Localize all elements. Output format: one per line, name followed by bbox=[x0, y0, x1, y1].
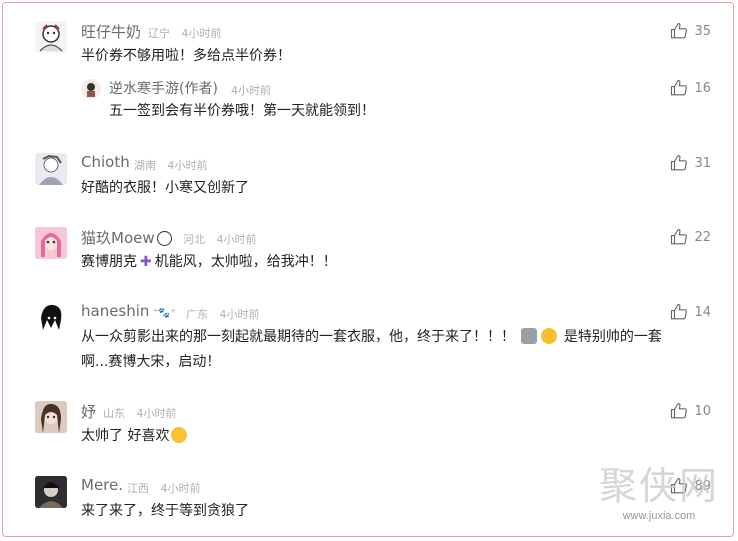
comment-panel: 旺仔牛奶 辽宁 4小时前 半价券不够用啦！多给点半价券！ 35 逆水寒手游(作者… bbox=[2, 2, 734, 537]
avatar[interactable] bbox=[35, 476, 67, 508]
comment-text-line2: 啊...赛博大宋，启动！ bbox=[81, 354, 221, 370]
thumb-up-icon bbox=[671, 228, 688, 245]
comment-text-part: 太帅了 好喜欢 bbox=[81, 428, 170, 444]
paw-icon: ⁺🐾⁺ bbox=[149, 308, 176, 319]
like-count: 35 bbox=[694, 23, 711, 39]
like-button[interactable]: 31 bbox=[670, 154, 711, 172]
comment-username[interactable]: haneshin ⁺🐾⁺ bbox=[81, 302, 176, 320]
comment-text-part: 是特别帅的一套 bbox=[563, 329, 662, 345]
comment-text: 半价券不够用啦！多给点半价券！ bbox=[81, 48, 291, 64]
comment-username-text: haneshin bbox=[81, 302, 150, 320]
watermark-logo-text: 聚侠网 bbox=[598, 464, 719, 508]
star-emoji-icon bbox=[541, 328, 558, 344]
like-count: 31 bbox=[694, 155, 711, 171]
comment-location: 江西 bbox=[127, 482, 149, 495]
like-button[interactable]: 22 bbox=[670, 228, 711, 246]
avatar[interactable] bbox=[35, 401, 67, 433]
comment-username[interactable]: 旺仔牛奶 bbox=[81, 21, 141, 42]
comment-time: 4小时前 bbox=[167, 159, 208, 172]
comment-time: 4小时前 bbox=[219, 308, 260, 321]
thumb-up-icon bbox=[671, 303, 688, 320]
comment-username[interactable]: 妤 bbox=[81, 401, 96, 422]
comment-text: 来了来了，终于等到贪狼了 bbox=[81, 503, 249, 519]
comment-time: 4小时前 bbox=[160, 482, 201, 495]
like-count: 10 bbox=[694, 403, 711, 419]
like-count: 22 bbox=[694, 229, 711, 245]
comment-time: 4小时前 bbox=[136, 407, 177, 420]
avatar[interactable] bbox=[81, 79, 101, 99]
comment-text: 从一众剪影出来的那一刻起就最期待的一套衣服，他，终于来了！！！ 是特别帅的一套 bbox=[81, 325, 662, 350]
thumb-up-icon bbox=[671, 402, 688, 419]
comment-time: 4小时前 bbox=[216, 233, 257, 246]
like-button[interactable]: 35 bbox=[670, 22, 711, 40]
site-watermark: 聚侠网 www.juxia.com bbox=[599, 455, 719, 522]
comment-location: 辽宁 bbox=[148, 27, 170, 40]
comment-username[interactable]: Chioth bbox=[81, 153, 130, 171]
comment-text-part: 机能风，太帅啦，给我冲！！ bbox=[154, 254, 337, 270]
like-count: 14 bbox=[694, 304, 711, 320]
crying-emoji-icon bbox=[171, 427, 188, 443]
comment-location: 广东 bbox=[186, 308, 208, 321]
reply-username[interactable]: 逆水寒手游(作者) bbox=[109, 78, 218, 98]
comment-location: 河北 bbox=[183, 233, 205, 246]
avatar[interactable] bbox=[35, 227, 67, 259]
like-button[interactable]: 14 bbox=[670, 303, 711, 321]
like-button[interactable]: 16 bbox=[670, 79, 711, 97]
wolf-emoji-icon bbox=[521, 328, 538, 344]
comment-location: 山东 bbox=[103, 407, 125, 420]
comment-meta: 辽宁 4小时前 bbox=[148, 25, 230, 41]
comment-meta: 广东 4小时前 bbox=[186, 306, 268, 322]
thumb-up-icon bbox=[671, 154, 688, 171]
comment-text: 赛博朋克 ✚ 机能风，太帅啦，给我冲！！ bbox=[81, 250, 337, 275]
avatar[interactable] bbox=[35, 21, 67, 53]
comment-meta: 湖南 4小时前 bbox=[134, 157, 216, 173]
reply-time: 4小时前 bbox=[231, 84, 271, 97]
plus-icon: ✚ bbox=[140, 254, 152, 270]
comment-meta: 山东 4小时前 bbox=[103, 405, 185, 421]
comment-time: 4小时前 bbox=[181, 27, 222, 40]
comment-meta: 江西 4小时前 bbox=[127, 480, 209, 496]
thumb-up-icon bbox=[671, 79, 688, 96]
watermark-url: www.juxia.com bbox=[622, 510, 696, 522]
avatar[interactable] bbox=[35, 302, 67, 334]
comment-text: 好酷的衣服！小寒又创新了 bbox=[81, 180, 249, 196]
avatar[interactable] bbox=[35, 153, 67, 185]
thumb-up-icon bbox=[671, 22, 688, 39]
comment-text-part: 赛博朋克 bbox=[81, 254, 137, 270]
comment-meta: 河北 4小时前 bbox=[183, 231, 265, 247]
comment-location: 湖南 bbox=[134, 159, 156, 172]
comment-text-part: 从一众剪影出来的那一刻起就最期待的一套衣服，他，终于来了！！！ bbox=[81, 329, 515, 345]
reply-text: 五一签到会有半价券哦！第一天就能领到！ bbox=[109, 103, 375, 119]
comment-username[interactable]: 猫玖Moew bbox=[81, 227, 174, 248]
comment-username-text: 猫玖Moew bbox=[81, 229, 155, 247]
like-count: 16 bbox=[694, 80, 711, 96]
comment-username[interactable]: Mere. bbox=[81, 476, 123, 494]
comment-text: 太帅了 好喜欢 bbox=[81, 424, 189, 449]
like-button[interactable]: 10 bbox=[670, 402, 711, 420]
panda-icon bbox=[156, 231, 172, 246]
